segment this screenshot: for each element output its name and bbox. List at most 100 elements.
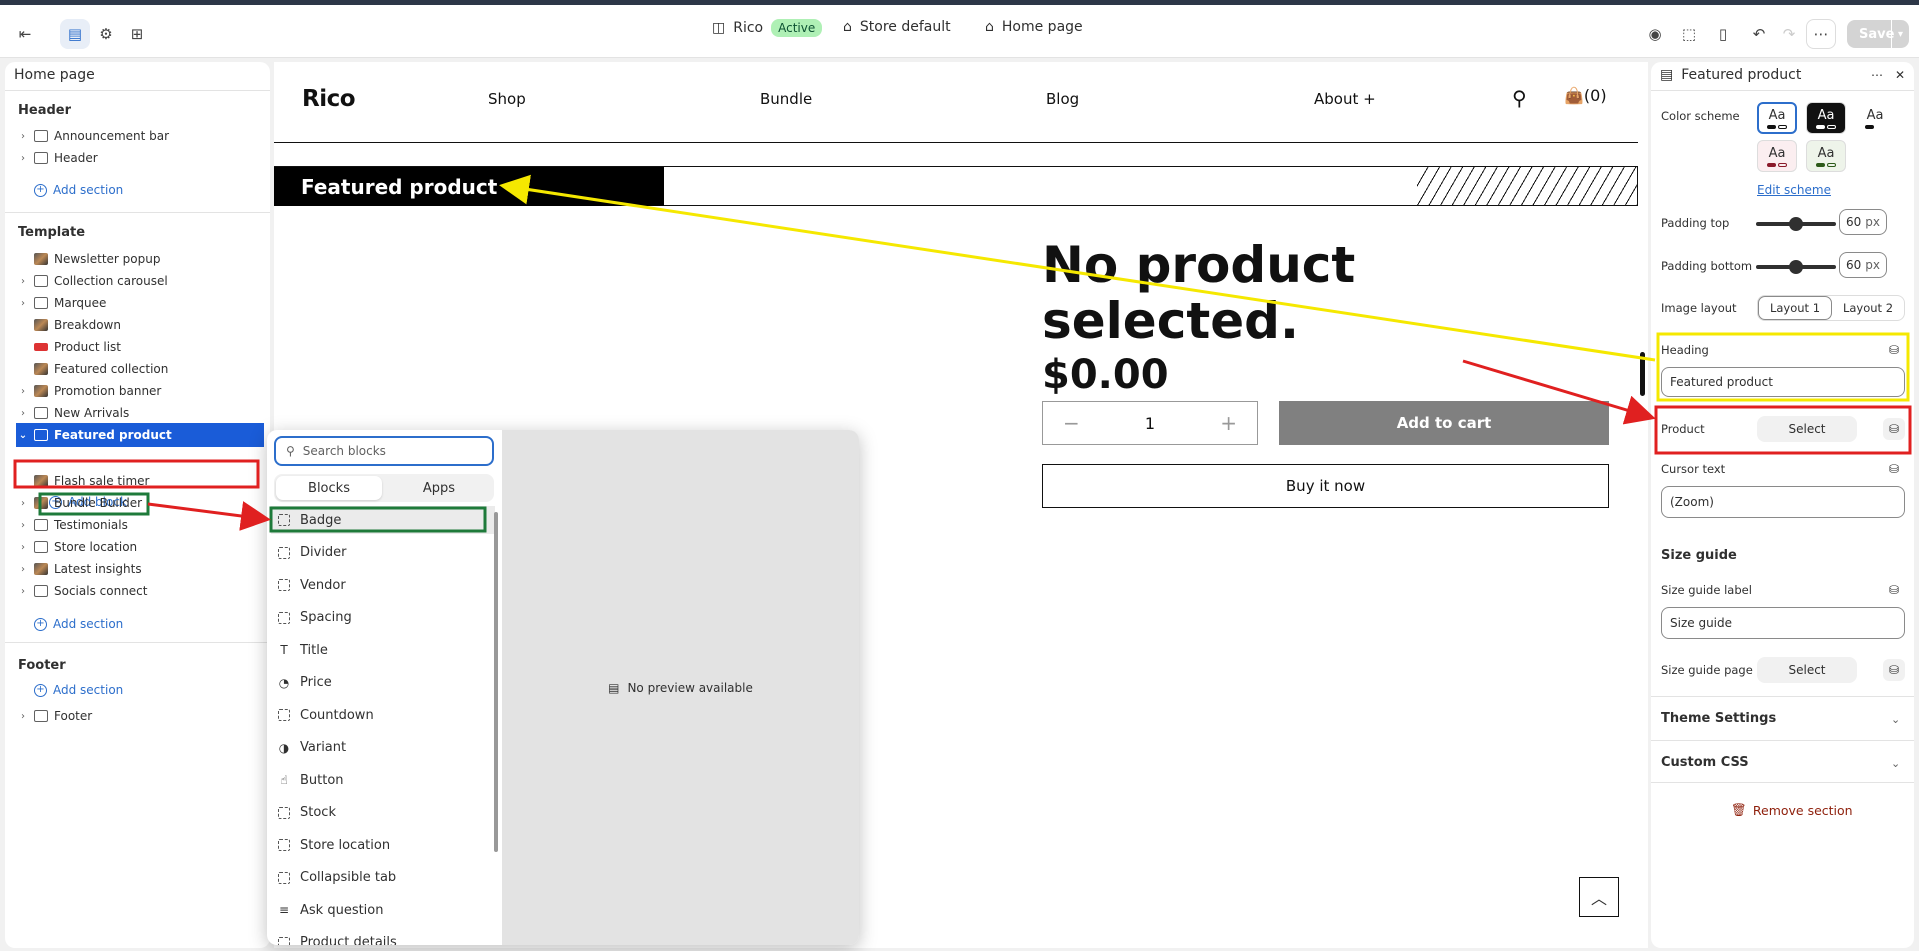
plus-icon[interactable]: + — [1220, 411, 1237, 435]
product-select-button[interactable]: Select — [1757, 416, 1857, 442]
padding-top-slider[interactable] — [1756, 217, 1836, 231]
slider-handle[interactable] — [1789, 260, 1803, 274]
settings-icon[interactable]: ⚙ — [91, 19, 121, 49]
block-item-stock[interactable]: Stock — [271, 799, 495, 827]
tree-item-latest-insights[interactable]: › Latest insights — [16, 557, 264, 581]
scrollbar-thumb[interactable] — [1640, 352, 1645, 396]
chevron-down-icon[interactable]: ⌄ — [1891, 757, 1900, 770]
padding-bottom-input[interactable]: 60 px — [1839, 252, 1887, 278]
search-blocks-input[interactable]: ⚲ Search blocks — [274, 436, 494, 466]
dynamic-source-icon[interactable]: ⛁ — [1883, 418, 1905, 440]
store-selector[interactable]: ⌂ Store default — [843, 19, 951, 35]
tab-blocks[interactable]: Blocks — [276, 476, 382, 500]
chevron-right-icon[interactable]: › — [16, 386, 30, 397]
tree-item-store-location[interactable]: › Store location — [16, 535, 264, 559]
edit-scheme-link[interactable]: Edit scheme — [1757, 183, 1831, 197]
chevron-down-icon[interactable]: ⌄ — [16, 430, 30, 441]
nav-link-about[interactable]: About + — [1314, 90, 1376, 108]
dynamic-source-icon[interactable]: ⛁ — [1883, 659, 1905, 681]
store-logo[interactable]: Rico — [302, 86, 356, 112]
scheme-swatch-2[interactable]: Aa — [1806, 102, 1846, 134]
scrollbar-thumb[interactable] — [494, 512, 498, 852]
chevron-right-icon[interactable]: › — [16, 711, 30, 722]
block-item-store-location[interactable]: Store location — [271, 831, 495, 859]
more-icon[interactable]: ⋯ — [1806, 19, 1836, 49]
block-item-countdown[interactable]: Countdown — [271, 701, 495, 729]
tree-item-header[interactable]: › Header — [16, 146, 264, 170]
remove-section-button[interactable]: 🗑 Remove section — [1731, 802, 1853, 818]
size-guide-label-input[interactable]: Size guide — [1661, 607, 1905, 639]
chevron-right-icon[interactable]: › — [16, 298, 30, 309]
nav-link-blog[interactable]: Blog — [1046, 90, 1079, 108]
add-to-cart-button[interactable]: Add to cart — [1279, 401, 1609, 445]
sections-icon[interactable]: ▤ — [60, 19, 90, 49]
dynamic-source-icon[interactable]: ⛁ — [1883, 579, 1905, 601]
redo-icon[interactable]: ↷ — [1774, 19, 1804, 49]
tree-item-product-list[interactable]: Product list — [16, 335, 264, 359]
slider-handle[interactable] — [1789, 217, 1803, 231]
more-icon[interactable]: ⋯ — [1866, 64, 1888, 86]
picker-scrollbar[interactable] — [492, 502, 500, 945]
add-section-template[interactable]: + Add section — [34, 617, 123, 631]
add-section-footer[interactable]: + Add section — [34, 683, 123, 697]
block-item-divider[interactable]: Divider — [271, 539, 495, 567]
buy-now-button[interactable]: Buy it now — [1042, 464, 1609, 508]
chevron-right-icon[interactable]: › — [16, 542, 30, 553]
scheme-swatch-3[interactable]: Aa — [1855, 102, 1895, 134]
chevron-right-icon[interactable]: › — [16, 131, 30, 142]
preview-scrollbar[interactable] — [1638, 62, 1648, 948]
dynamic-source-icon[interactable]: ⛁ — [1883, 339, 1905, 361]
theme-settings-toggle[interactable]: Theme Settings — [1661, 711, 1776, 726]
block-item-price[interactable]: ◔ Price — [271, 669, 495, 697]
chevron-right-icon[interactable]: › — [16, 153, 30, 164]
block-item-vendor[interactable]: Vendor — [271, 571, 495, 599]
tree-item-collection-carousel[interactable]: › Collection carousel — [16, 269, 264, 293]
apps-icon[interactable]: ⊞ — [122, 19, 152, 49]
undo-icon[interactable]: ↶ — [1744, 19, 1774, 49]
scheme-swatch-1[interactable]: Aa — [1757, 102, 1797, 134]
theme-selector[interactable]: ◫ Rico Active — [712, 19, 823, 37]
tree-item-marquee[interactable]: › Marquee — [16, 291, 264, 315]
size-guide-page-select[interactable]: Select — [1757, 657, 1857, 683]
block-item-variant[interactable]: ◑ Variant — [271, 734, 495, 762]
dynamic-source-icon[interactable]: ⛁ — [1883, 458, 1905, 480]
chevron-down-icon[interactable]: ▾ — [1891, 20, 1909, 48]
block-item-collapsible-tab[interactable]: Collapsible tab — [271, 864, 495, 892]
custom-css-toggle[interactable]: Custom CSS — [1661, 755, 1749, 770]
tab-apps[interactable]: Apps — [386, 476, 492, 500]
block-item-badge[interactable]: Badge — [271, 506, 495, 534]
save-button[interactable]: Save ▾ — [1847, 20, 1909, 48]
chevron-right-icon[interactable]: › — [16, 564, 30, 575]
block-item-title[interactable]: T Title — [271, 636, 495, 664]
search-icon[interactable]: ⚲ — [1512, 86, 1527, 110]
scheme-swatch-5[interactable]: Aa — [1806, 140, 1846, 172]
scroll-to-top-button[interactable]: ︿ — [1579, 877, 1619, 917]
add-section-header[interactable]: + Add section — [34, 183, 123, 197]
heading-input[interactable]: Featured product — [1661, 367, 1905, 397]
tree-item-footer[interactable]: › Footer — [16, 704, 264, 728]
block-item-ask-question[interactable]: ≡ Ask question — [271, 896, 495, 924]
exit-icon[interactable]: ⇤ — [10, 19, 40, 49]
padding-top-input[interactable]: 60 px — [1839, 209, 1887, 235]
layout-2-option[interactable]: Layout 2 — [1832, 296, 1904, 320]
cart-button[interactable]: 👜(0) — [1564, 86, 1607, 105]
nav-link-bundle[interactable]: Bundle — [760, 90, 812, 108]
chevron-right-icon[interactable]: › — [16, 408, 30, 419]
page-selector[interactable]: ⌂ Home page — [985, 19, 1083, 35]
cursor-text-input[interactable]: (Zoom) — [1661, 486, 1905, 518]
tree-item-bundle-builder[interactable]: › Bundle Builder — [16, 491, 264, 515]
tree-item-socials-connect[interactable]: › Socials connect — [16, 579, 264, 603]
close-icon[interactable]: ✕ — [1889, 64, 1911, 86]
tree-item-newsletter-popup[interactable]: Newsletter popup — [16, 247, 264, 271]
tree-item-promotion-banner[interactable]: › Promotion banner — [16, 379, 264, 403]
select-tool-icon[interactable]: ⬚ — [1674, 19, 1704, 49]
chevron-right-icon[interactable]: › — [16, 586, 30, 597]
quantity-stepper[interactable]: − 1 + — [1042, 401, 1258, 445]
tree-item-breakdown[interactable]: Breakdown — [16, 313, 264, 337]
tree-item-testimonials[interactable]: › Testimonials — [16, 513, 264, 537]
inspector-icon[interactable]: ◉ — [1640, 19, 1670, 49]
chevron-right-icon[interactable]: › — [16, 276, 30, 287]
layout-1-option[interactable]: Layout 1 — [1758, 296, 1832, 320]
block-item-button[interactable]: ☝ Button — [271, 766, 495, 794]
nav-link-shop[interactable]: Shop — [488, 90, 526, 108]
